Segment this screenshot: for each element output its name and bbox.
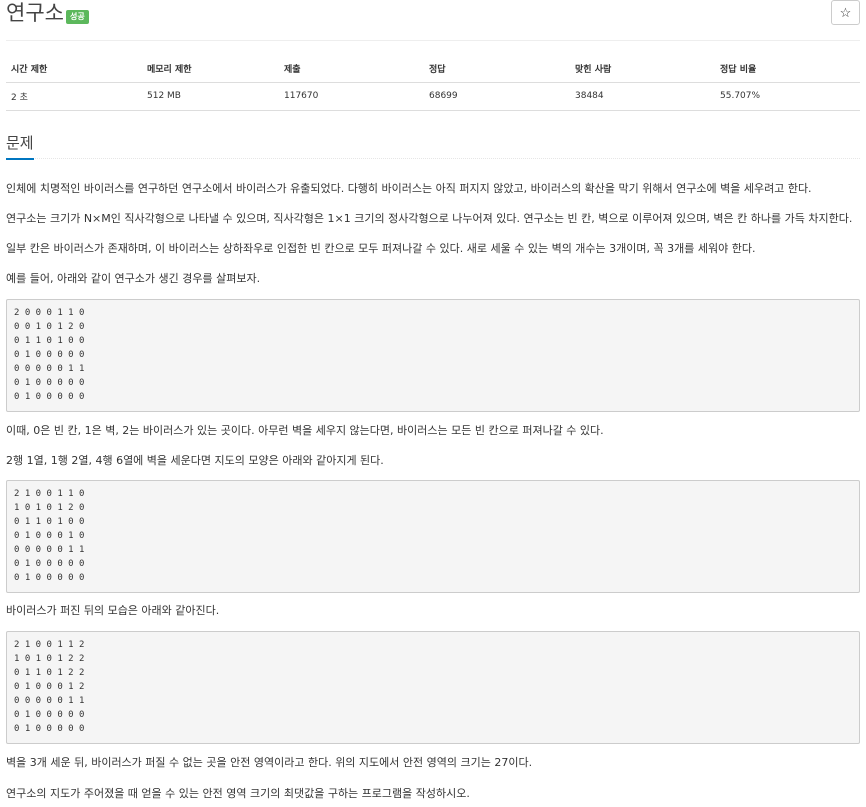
memory-limit-value: 512 MB — [142, 82, 279, 111]
grid-row: 0 1 0 0 0 0 0 — [14, 573, 85, 583]
walls-grid: 2 1 0 0 1 1 0 1 0 1 0 1 2 0 0 1 1 0 1 0 … — [6, 480, 860, 593]
description-paragraph: 연구소의 지도가 주어졌을 때 얻을 수 있는 안전 영역 크기의 최댓값을 구… — [6, 787, 470, 800]
description-paragraph: 벽을 3개 세운 뒤, 바이러스가 퍼질 수 없는 곳을 안전 영역이라고 한다… — [6, 756, 533, 769]
section-underline — [6, 158, 34, 160]
grid-row: 2 0 0 0 1 1 0 — [14, 308, 85, 318]
submissions-value: 117670 — [279, 82, 424, 111]
description-paragraph: 연구소는 크기가 N×M인 직사각형으로 나타낼 수 있으며, 직사각형은 1×… — [6, 212, 853, 225]
grid-row: 0 1 0 0 0 0 0 — [14, 559, 85, 569]
column-header: 정답 — [424, 55, 570, 83]
grid-row: 0 1 0 0 0 1 0 — [14, 531, 85, 541]
problem-info-table: 시간 제한 메모리 제한 제출 정답 맞힌 사람 정답 비율 2 초 512 M… — [6, 55, 860, 111]
grid-row: 0 0 0 0 0 1 1 — [14, 545, 85, 555]
description-paragraph: 바이러스가 퍼진 뒤의 모습은 아래와 같아진다. — [6, 604, 220, 617]
table-row: 2 초 512 MB 117670 68699 38484 55.707% — [6, 82, 860, 111]
grid-row: 2 1 0 0 1 1 0 — [14, 489, 85, 499]
problem-header: 연구소 성공 ☆ — [6, 0, 860, 40]
grid-row: 1 0 1 0 1 2 2 — [14, 654, 85, 664]
grid-row: 1 0 1 0 1 2 0 — [14, 503, 85, 513]
grid-row: 2 1 0 0 1 1 2 — [14, 640, 85, 650]
column-header: 시간 제한 — [6, 55, 142, 83]
grid-row: 0 0 0 0 0 1 1 — [14, 696, 85, 706]
description-paragraph: 2행 1열, 1행 2열, 4행 6열에 벽을 세운다면 지도의 모양은 아래와… — [6, 454, 384, 467]
grid-row: 0 1 0 0 0 0 0 — [14, 724, 85, 734]
grid-row: 0 1 0 0 0 0 0 — [14, 378, 85, 388]
description-paragraph: 일부 칸은 바이러스가 존재하며, 이 바이러스는 상하좌우로 인접한 빈 칸으… — [6, 242, 756, 255]
section-title: 문제 — [6, 134, 34, 152]
column-header: 제출 — [279, 55, 424, 83]
star-icon: ☆ — [839, 5, 852, 20]
grid-row: 0 1 0 0 0 0 0 — [14, 350, 85, 360]
problem-title: 연구소 — [6, 1, 64, 25]
star-button[interactable]: ☆ — [831, 0, 860, 25]
grid-row: 0 1 1 0 1 0 0 — [14, 517, 85, 527]
time-limit-value: 2 초 — [6, 82, 142, 111]
column-header: 맞힌 사람 — [570, 55, 715, 83]
accepted-value: 68699 — [424, 82, 570, 111]
grid-row: 0 1 0 0 0 0 0 — [14, 392, 85, 402]
grid-row: 0 1 0 0 0 1 2 — [14, 682, 85, 692]
accept-ratio-value: 55.707% — [715, 82, 860, 111]
column-header: 메모리 제한 — [142, 55, 279, 83]
description-paragraph: 인체에 치명적인 바이러스를 연구하던 연구소에서 바이러스가 유출되었다. 다… — [6, 182, 812, 195]
solvers-value: 38484 — [570, 82, 715, 111]
description-paragraph: 예를 들어, 아래와 같이 연구소가 생긴 경우를 살펴보자. — [6, 272, 261, 285]
status-badge: 성공 — [66, 10, 89, 24]
grid-row: 0 0 1 0 1 2 0 — [14, 322, 85, 332]
column-header: 정답 비율 — [715, 55, 860, 83]
grid-row: 0 1 1 0 1 2 2 — [14, 668, 85, 678]
table-header-row: 시간 제한 메모리 제한 제출 정답 맞힌 사람 정답 비율 — [6, 55, 860, 83]
description-paragraph: 이때, 0은 빈 칸, 1은 벽, 2는 바이러스가 있는 곳이다. 아무런 벽… — [6, 424, 604, 437]
grid-row: 0 1 0 0 0 0 0 — [14, 710, 85, 720]
grid-row: 0 1 1 0 1 0 0 — [14, 336, 85, 346]
grid-row: 0 0 0 0 0 1 1 — [14, 364, 85, 374]
section-divider — [6, 158, 860, 159]
header-divider — [6, 40, 860, 41]
spread-grid: 2 1 0 0 1 1 2 1 0 1 0 1 2 2 0 1 1 0 1 2 … — [6, 631, 860, 744]
example-grid: 2 0 0 0 1 1 0 0 0 1 0 1 2 0 0 1 1 0 1 0 … — [6, 299, 860, 412]
